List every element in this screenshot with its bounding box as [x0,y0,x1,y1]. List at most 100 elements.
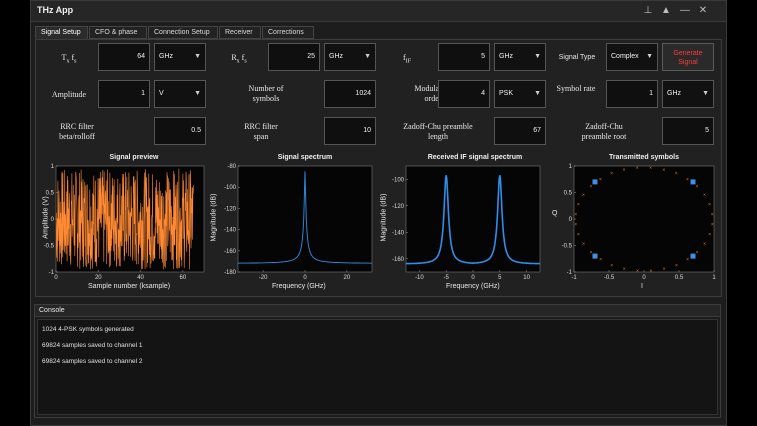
y-tick-label: -100 [392,177,405,183]
x-tick-label: 0 [642,275,646,281]
preamble-point: × [574,212,577,218]
preamble-point: × [703,192,706,198]
chevron-down-icon: ▼ [364,53,371,60]
x-tick-label: -0.5 [604,275,615,281]
console-line: 69824 samples saved to channel 2 [42,358,143,365]
amplitude-unit-select[interactable]: V ▼ [154,80,206,108]
num-symbols-label: Number of symbols [248,84,284,103]
y-tick-label: -140 [224,228,237,234]
preamble-point: × [610,263,613,269]
y-tick-label: -80 [227,164,236,170]
symbol-rate-unit-select[interactable]: GHz ▼ [662,80,714,108]
y-tick-label: -140 [392,230,405,236]
preamble-point: × [686,177,689,183]
mod-order-input[interactable]: 4 [438,80,490,108]
signal-type-select[interactable]: Complex ▼ [606,43,658,71]
y-tick-label: -120 [392,204,405,210]
y-tick-label: 1 [51,164,55,170]
preamble-point: × [599,257,602,263]
x-tick-label: 0 [303,275,307,281]
tx-fs-unit-select[interactable]: GHz ▼ [154,43,206,71]
y-tick-label: -0.5 [562,244,573,250]
y-tick-label: -0.5 [44,244,55,250]
minimize-icon[interactable]: — [678,4,692,18]
symbol-rate-label: Symbol rate [556,84,596,93]
preamble-point: × [589,184,592,190]
preamble-point: × [695,184,698,190]
zc-length-label: Zadoff-Chu preamble length [403,122,473,141]
rx-fs-input[interactable]: 25 [268,43,320,71]
tab-corrections[interactable]: Corrections [262,26,314,39]
preamble-point: × [686,257,689,263]
rrc-span-input[interactable]: 10 [324,117,376,145]
symbol-rate-input[interactable]: 1 [606,80,658,108]
x-tick-label: 20 [95,275,102,281]
f-if-unit-select[interactable]: GHz ▼ [494,43,546,71]
title-bar: THz App ⊥ ▲ — ✕ [31,1,726,22]
preamble-point: × [636,269,639,275]
tab-receiver[interactable]: Receiver [219,26,261,39]
f-if-label: fIF [402,53,411,65]
num-symbols-input[interactable]: 1024 [324,80,376,108]
rx-fs-unit-select[interactable]: GHz ▼ [324,43,376,71]
x-tick-label: 20 [344,275,351,281]
preamble-point: × [662,167,665,173]
collapse-icon[interactable]: ▲ [659,4,673,18]
chevron-down-icon: ▼ [702,90,709,97]
generate-signal-button[interactable]: Generate Signal [662,43,714,71]
preview-xlabel: Sample number (ksample) [88,283,171,290]
chevron-down-icon: ▼ [194,90,201,97]
console-output[interactable]: 1024 4-PSK symbols generated 69824 sampl… [37,319,718,415]
y-tick-label: -1 [49,270,55,276]
preamble-point: × [590,250,593,256]
zc-length-input[interactable]: 67 [494,117,546,145]
tab-cfo-phase[interactable]: CFO & phase [89,26,147,39]
zc-root-input[interactable]: 5 [662,117,714,145]
f-if-input[interactable]: 5 [438,43,490,71]
x-tick-label: 40 [137,275,144,281]
amplitude-input[interactable]: 1 [98,80,150,108]
y-tick-label: 0.5 [564,191,573,197]
x-tick-label: 10 [523,275,530,281]
x-tick-label: 0.5 [675,275,684,281]
mod-type-select[interactable]: PSK ▼ [494,80,546,108]
preamble-point: × [577,202,580,208]
transmitted-symbols-plot[interactable]: -1 -0.5 0 0.5 1-1-0.500.51××××××××××××××××××… [560,162,720,284]
y-tick-label: 0.5 [46,191,55,197]
symbol-point [592,179,598,185]
y-tick-label: -120 [224,206,237,212]
preamble-point: × [703,241,706,247]
x-tick-label: -5 [444,275,450,281]
chevron-down-icon: ▼ [534,90,541,97]
preamble-point: × [599,177,602,183]
symbol-point [690,179,696,185]
x-tick-label: -20 [259,275,268,281]
x-tick-label: 0 [471,275,475,281]
y-tick-label: -100 [224,185,237,191]
close-icon[interactable]: ✕ [696,4,710,18]
y-tick-label: 0 [569,217,573,223]
if-spectrum-plot[interactable]: -10 -5 0 5 10 -100 -120 -140 -160 [388,162,546,284]
spectrum-xlabel: Frequency (GHz) [272,283,326,290]
preamble-point: × [708,202,711,208]
tx-fs-input[interactable]: 64 [98,43,150,71]
signal-preview-plot[interactable]: 0 20 40 60 -1 -0.5 0 0.5 1 [40,162,210,284]
symbol-point [690,253,696,259]
preamble-point: × [574,222,577,228]
tab-signal-setup[interactable]: Signal Setup [35,26,88,39]
symbols-title: Transmitted symbols [608,154,680,161]
rx-fs-label: Rx fs [231,53,247,65]
rrc-beta-input[interactable]: 0.5 [154,117,206,145]
preamble-point: × [636,165,639,171]
tx-fs-label: Tx fs [61,53,77,65]
preview-title: Signal preview [109,154,159,161]
preamble-point: × [649,165,652,171]
preamble-point: × [623,267,626,273]
chevron-down-icon: ▼ [534,53,541,60]
signal-spectrum-plot[interactable]: -20 0 20 -80 -100 -120 -140 -160 -180 [220,162,378,284]
tab-connection-setup[interactable]: Connection Setup [148,26,218,39]
rrc-span-label: RRC filter span [244,122,278,141]
x-tick-label: -10 [415,275,424,281]
pin-icon[interactable]: ⊥ [641,4,655,18]
signal-type-label: Signal Type [558,54,596,61]
